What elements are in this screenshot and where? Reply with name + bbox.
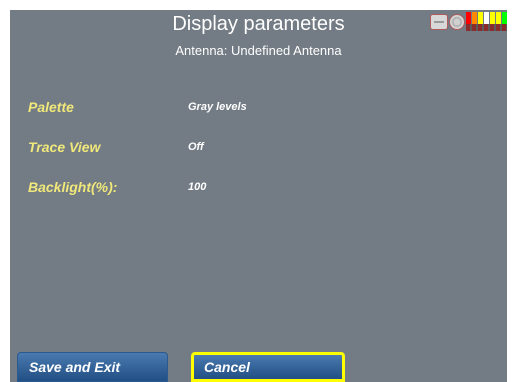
signal-level-icon <box>466 12 507 32</box>
palette-label: Palette <box>28 99 74 115</box>
signal-bar-icon <box>490 12 495 24</box>
signal-bar-icon <box>472 12 477 24</box>
gauge-icon <box>449 14 465 30</box>
backlight-value[interactable]: 100 <box>188 181 206 193</box>
signal-bar-icon <box>478 12 483 24</box>
palette-value[interactable]: Gray levels <box>188 101 247 113</box>
save-and-exit-button[interactable]: Save and Exit <box>17 352 168 382</box>
backlight-label: Backlight(%): <box>28 179 118 195</box>
signal-bar-icon <box>496 12 501 24</box>
trace-view-value[interactable]: Off <box>188 141 204 153</box>
antenna-subtitle: Antenna: Undefined Antenna <box>175 43 342 58</box>
trace-view-label: Trace View <box>28 139 101 155</box>
signal-bar-icon <box>484 12 489 24</box>
signal-base-icon <box>466 24 507 31</box>
status-icons <box>430 12 507 34</box>
signal-bar-icon <box>466 12 471 24</box>
display-parameters-screen: Display parameters Antenna: Undefined An… <box>10 10 507 382</box>
battery-icon <box>430 14 448 30</box>
signal-bar-icon <box>502 12 507 24</box>
cancel-button[interactable]: Cancel <box>191 352 345 382</box>
